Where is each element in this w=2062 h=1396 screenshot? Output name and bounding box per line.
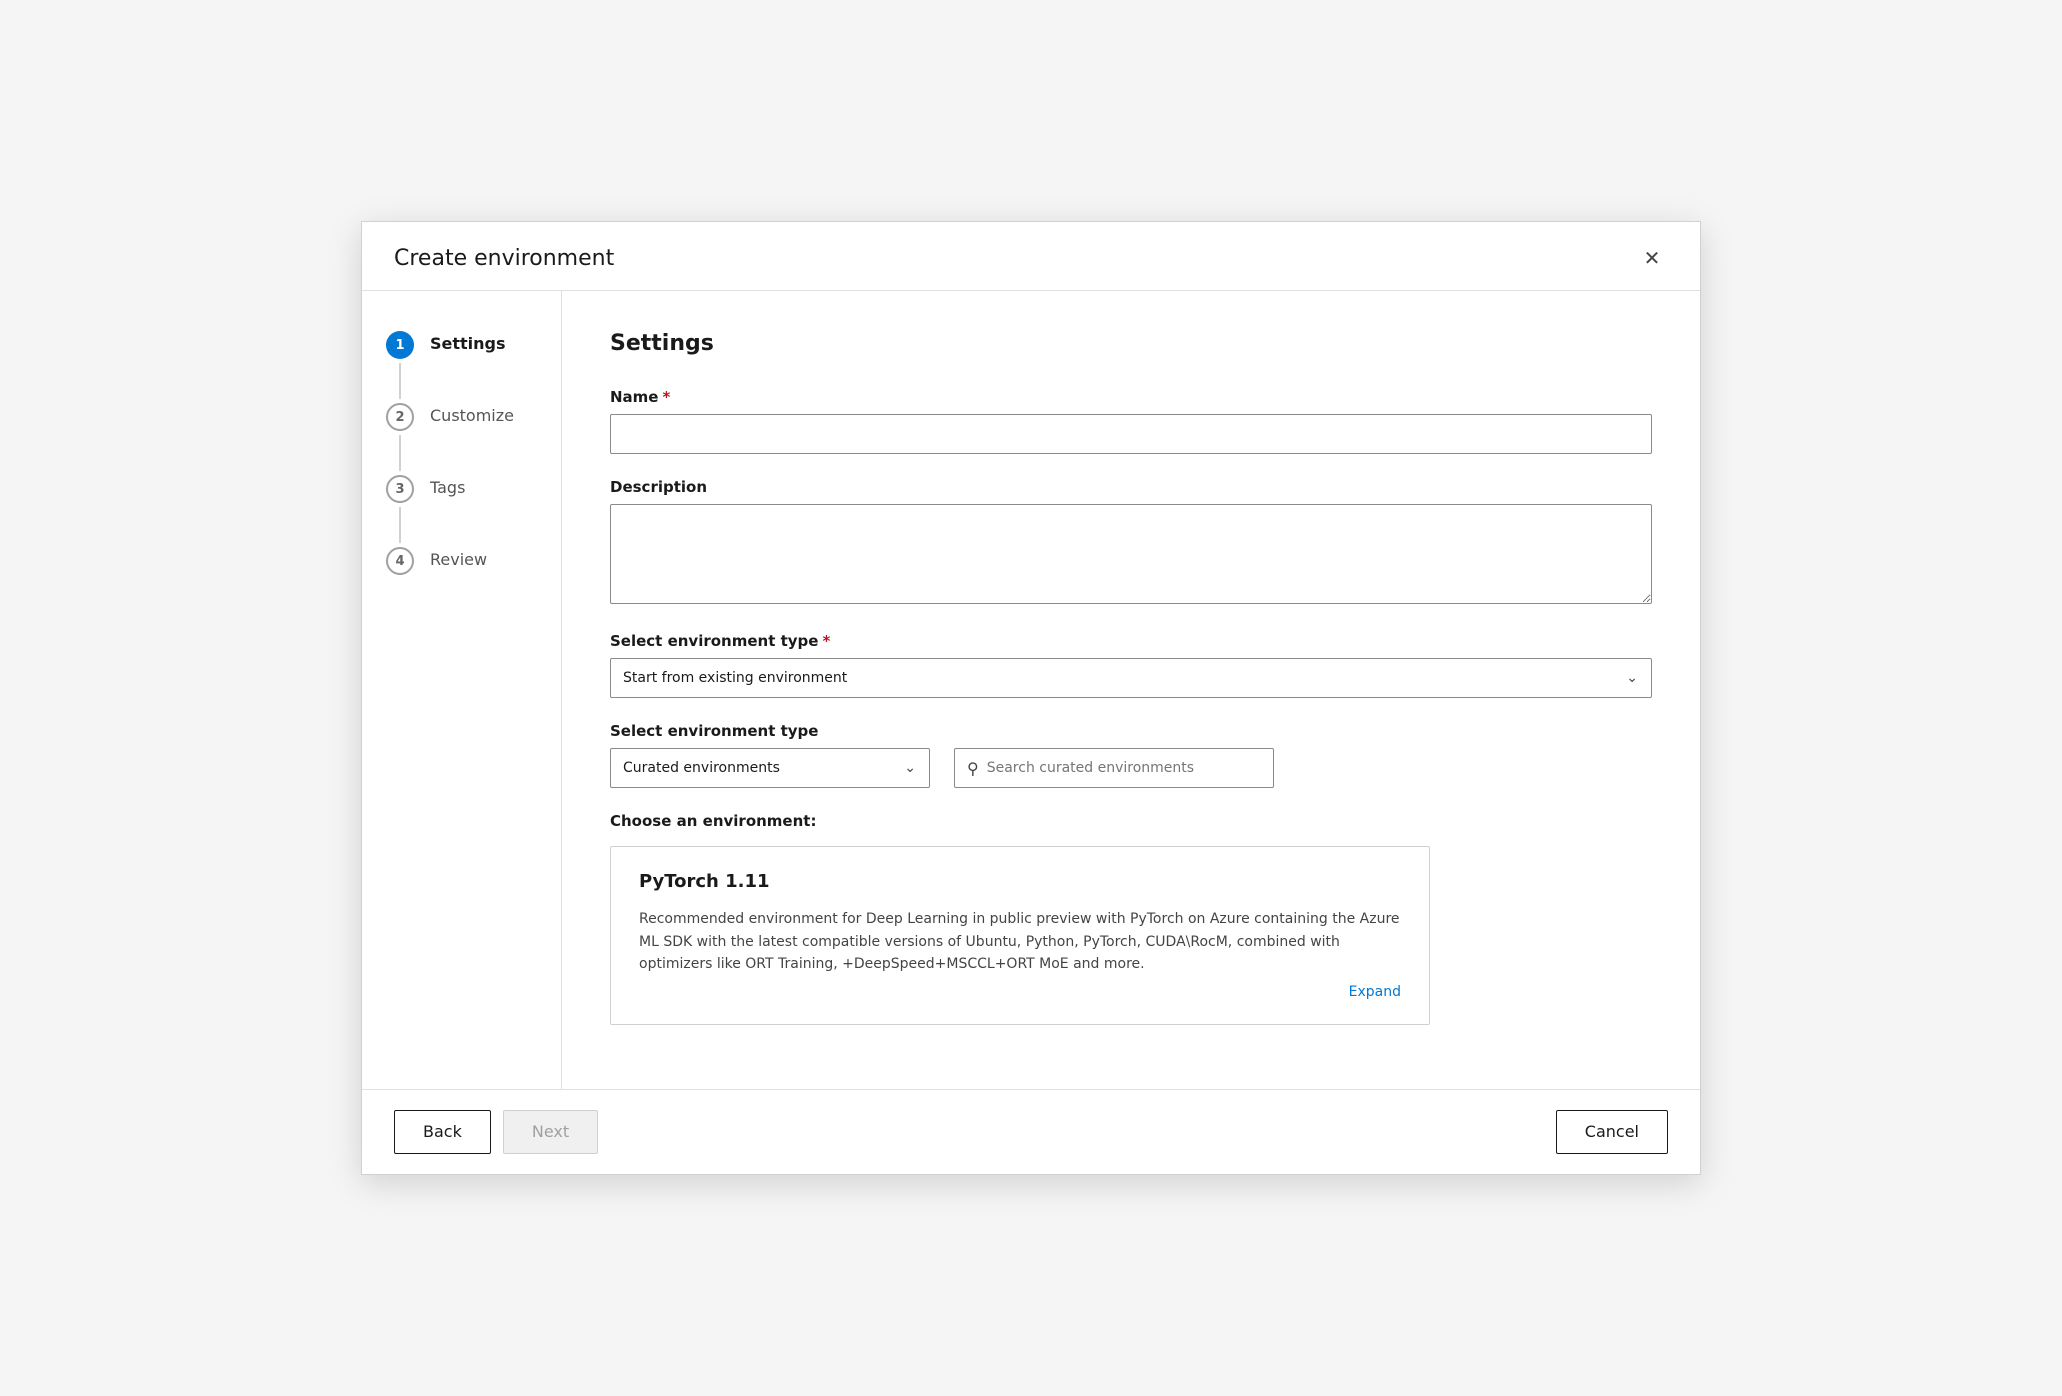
choose-env-group: Choose an environment: PyTorch 1.11 Reco… [610,812,1652,1024]
expand-link[interactable]: Expand [639,984,1401,1000]
env-type-row: Curated environmentsCustom environments … [610,748,1652,788]
env-type-secondary-select[interactable]: Curated environmentsCustom environments [610,748,930,788]
env-type-primary-group: Select environment type * Start from exi… [610,632,1652,698]
name-required-star: * [662,388,670,406]
dialog-body: 1 Settings 2 Customize [362,291,1700,1088]
step-2: 2 Customize [386,403,537,475]
env-type-primary-wrapper: Start from existing environmentStart fro… [610,658,1652,698]
step-1-label: Settings [430,331,506,353]
step-3-circle: 3 [386,475,414,503]
main-content: Settings Name * Description Select env [562,291,1700,1088]
step-1-number: 1 [395,338,404,353]
name-field-group: Name * [610,388,1652,454]
back-button[interactable]: Back [394,1110,491,1154]
env-card: PyTorch 1.11 Recommended environment for… [610,846,1430,1024]
close-button[interactable]: ✕ [1636,242,1668,274]
cancel-button[interactable]: Cancel [1556,1110,1668,1154]
step-1-circle: 1 [386,331,414,359]
step-3-line [399,507,401,543]
step-2-label: Customize [430,403,514,425]
description-input[interactable] [610,504,1652,604]
env-type-secondary-label: Select environment type [610,722,1652,740]
env-card-title: PyTorch 1.11 [639,871,1401,892]
env-card-description: Recommended environment for Deep Learnin… [639,908,1401,975]
description-field-group: Description [610,478,1652,608]
step-4-circle: 4 [386,547,414,575]
section-title: Settings [610,331,1652,356]
name-input[interactable] [610,414,1652,454]
dialog-header: Create environment ✕ [362,222,1700,291]
env-type-secondary-group: Select environment type Curated environm… [610,722,1652,788]
step-1-line [399,363,401,399]
search-icon: ⚲ [967,759,979,778]
choose-env-label: Choose an environment: [610,812,1652,830]
env-type-required-star: * [822,632,830,650]
dialog-footer: Back Next Cancel [362,1089,1700,1174]
step-2-circle: 2 [386,403,414,431]
step-4-label: Review [430,547,487,569]
footer-left-buttons: Back Next [394,1110,598,1154]
env-type-primary-select[interactable]: Start from existing environmentStart fro… [610,658,1652,698]
search-curated-input[interactable] [987,760,1261,776]
step-4-number: 4 [395,554,404,569]
step-3-label: Tags [430,475,465,497]
step-1: 1 Settings [386,331,537,403]
env-type-primary-label: Select environment type * [610,632,1652,650]
step-2-number: 2 [395,410,404,425]
step-3-number: 3 [395,482,404,497]
dialog-title: Create environment [394,246,614,271]
step-3: 3 Tags [386,475,537,547]
search-box[interactable]: ⚲ [954,748,1274,788]
description-label: Description [610,478,1652,496]
create-environment-dialog: Create environment ✕ 1 Settings [361,221,1701,1174]
next-button[interactable]: Next [503,1110,598,1154]
step-4: 4 Review [386,547,537,575]
name-label: Name * [610,388,1652,406]
close-icon: ✕ [1644,246,1661,270]
step-2-line [399,435,401,471]
stepper-sidebar: 1 Settings 2 Customize [362,291,562,1088]
env-type-secondary-wrapper: Curated environmentsCustom environments … [610,748,930,788]
